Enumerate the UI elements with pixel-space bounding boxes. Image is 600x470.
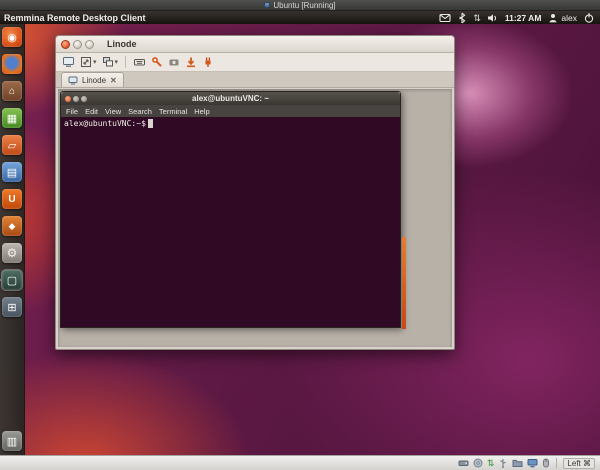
remmina-toolbar: ▾ ▾ — [56, 53, 454, 72]
display-status-icon[interactable] — [527, 458, 538, 468]
hdd-status-icon[interactable] — [458, 458, 469, 468]
launcher-item-ubuntu-software-center[interactable]: ◆ — [2, 216, 22, 236]
clock-indicator[interactable]: 11:27 AM — [505, 13, 542, 23]
launcher-item-firefox[interactable] — [2, 54, 22, 74]
ubuntu-top-panel: Remmina Remote Desktop Client ⇅ 11:27 AM… — [0, 11, 600, 24]
window-controls — [56, 40, 99, 49]
launcher-item-trash[interactable]: ▥ — [2, 431, 22, 451]
vm-window-title: Ubuntu [Running] — [273, 1, 335, 10]
terminal-maximize-button[interactable] — [81, 96, 87, 102]
terminal-titlebar[interactable]: alex@ubuntuVNC: ~ — [61, 92, 400, 105]
launcher-item-ubuntu-one[interactable]: U — [2, 189, 22, 209]
scale-icon[interactable] — [102, 55, 114, 70]
dash-home-icon: ◉ — [7, 31, 17, 44]
remote-session-viewport[interactable]: alex@ubuntuVNC: ~ File Edit View Search … — [58, 89, 452, 347]
preferences-wrench-icon[interactable] — [151, 55, 163, 70]
menu-terminal[interactable]: Terminal — [159, 107, 187, 116]
ubuntu-one-icon: U — [8, 194, 15, 205]
terminal-cursor — [148, 119, 153, 128]
menu-view[interactable]: View — [105, 107, 121, 116]
minimize-button[interactable] — [73, 40, 82, 49]
terminal-menubar: File Edit View Search Terminal Help — [61, 105, 400, 117]
menu-help[interactable]: Help — [194, 107, 209, 116]
power-menu-icon[interactable] — [583, 12, 595, 24]
disconnect-plug-icon[interactable] — [202, 55, 214, 70]
libreoffice-calc-icon: ▦ — [7, 112, 17, 125]
launcher-item-libreoffice-calc[interactable]: ▦ — [2, 108, 22, 128]
launcher-item-libreoffice-impress[interactable]: ▱ — [2, 135, 22, 155]
workspace-switcher-icon: ⊞ — [7, 301, 16, 314]
terminal-minimize-button[interactable] — [73, 96, 79, 102]
host-key-indicator: Left ⌘ — [563, 458, 595, 469]
launcher-item-home-folder[interactable]: ⌂ — [2, 81, 22, 101]
launcher-item-libreoffice-writer[interactable]: ▤ — [2, 162, 22, 182]
tab-close-icon[interactable]: ✕ — [110, 76, 117, 85]
virtualbox-vm-window: Ubuntu [Running] Remmina Remote Desktop … — [0, 0, 600, 470]
message-indicator-icon[interactable] — [439, 12, 451, 24]
running-indicator-arrow — [0, 277, 1, 283]
ubuntu-software-center-icon: ◆ — [9, 221, 16, 232]
home-folder-icon: ⌂ — [9, 86, 15, 97]
active-app-menu-title[interactable]: Remmina Remote Desktop Client — [0, 13, 146, 23]
maximize-button[interactable] — [85, 40, 94, 49]
usb-status-icon[interactable] — [498, 458, 508, 468]
menu-file[interactable]: File — [66, 107, 78, 116]
tab-monitor-icon — [68, 76, 78, 85]
indicator-area: ⇅ 11:27 AM alex — [439, 12, 600, 24]
terminal-title: alex@ubuntuVNC: ~ — [61, 94, 400, 103]
screenshot-icon[interactable] — [168, 55, 180, 70]
toolbar-separator — [125, 56, 126, 68]
keyboard-grab-icon[interactable] — [133, 55, 146, 70]
remmina-window: Linode ▾ ▾ — [55, 35, 455, 350]
launcher-item-system-settings[interactable]: ⚙ — [2, 243, 22, 263]
shell-prompt: alex@ubuntuVNC:~$ — [64, 119, 146, 128]
tab-label: Linode — [82, 76, 106, 85]
vm-window-titlebar[interactable]: Ubuntu [Running] — [0, 0, 600, 11]
libreoffice-impress-icon: ▱ — [8, 139, 16, 152]
terminal-window-controls — [61, 96, 87, 102]
remote-wallpaper-strip — [402, 237, 406, 329]
connection-monitor-icon[interactable] — [62, 55, 75, 70]
libreoffice-writer-icon: ▤ — [7, 166, 17, 179]
close-button[interactable] — [61, 40, 70, 49]
fullscreen-icon[interactable] — [80, 55, 92, 70]
fullscreen-menu-caret-icon[interactable]: ▾ — [93, 58, 97, 66]
mouse-integration-status-icon[interactable] — [542, 458, 550, 468]
menu-edit[interactable]: Edit — [85, 107, 98, 116]
user-menu[interactable]: alex — [547, 12, 577, 24]
remmina-icon: ▢ — [7, 274, 17, 287]
launcher-item-workspace-switcher[interactable]: ⊞ — [2, 297, 22, 317]
network-status-icon[interactable]: ⇅ — [487, 458, 495, 468]
system-settings-icon: ⚙ — [7, 246, 18, 260]
trash-icon: ▥ — [7, 435, 17, 448]
remote-terminal-window: alex@ubuntuVNC: ~ File Edit View Search … — [60, 91, 401, 328]
launcher-item-remmina[interactable]: ▢ — [2, 270, 22, 290]
import-icon[interactable] — [185, 55, 197, 70]
shared-folder-status-icon[interactable] — [512, 458, 523, 468]
volume-indicator-icon[interactable] — [487, 12, 499, 24]
vbox-statusbar: ⇅ Left ⌘ — [0, 455, 600, 470]
network-indicator-icon[interactable]: ⇅ — [473, 12, 481, 24]
remmina-tabbar: Linode ✕ — [56, 72, 454, 88]
remmina-window-title: Linode — [107, 39, 137, 49]
desktop-wallpaper[interactable]: Linode ▾ ▾ — [0, 24, 600, 455]
cd-status-icon[interactable] — [473, 458, 483, 468]
remmina-titlebar[interactable]: Linode — [56, 36, 454, 53]
menu-search[interactable]: Search — [128, 107, 152, 116]
launcher-item-dash-home[interactable]: ◉ — [2, 27, 22, 47]
vm-icon — [264, 2, 270, 8]
scale-menu-caret-icon[interactable]: ▾ — [115, 58, 119, 66]
username-label: alex — [561, 13, 577, 23]
unity-launcher: ◉ ⌂ ▦ ▱ ▤ U ◆ ⚙ ▢ ⊞ — [0, 24, 25, 455]
terminal-output-area[interactable]: alex@ubuntuVNC:~$ — [61, 117, 400, 327]
statusbar-separator — [556, 458, 557, 468]
terminal-close-button[interactable] — [65, 96, 71, 102]
bluetooth-indicator-icon[interactable] — [457, 12, 467, 24]
tab-linode[interactable]: Linode ✕ — [61, 72, 124, 87]
